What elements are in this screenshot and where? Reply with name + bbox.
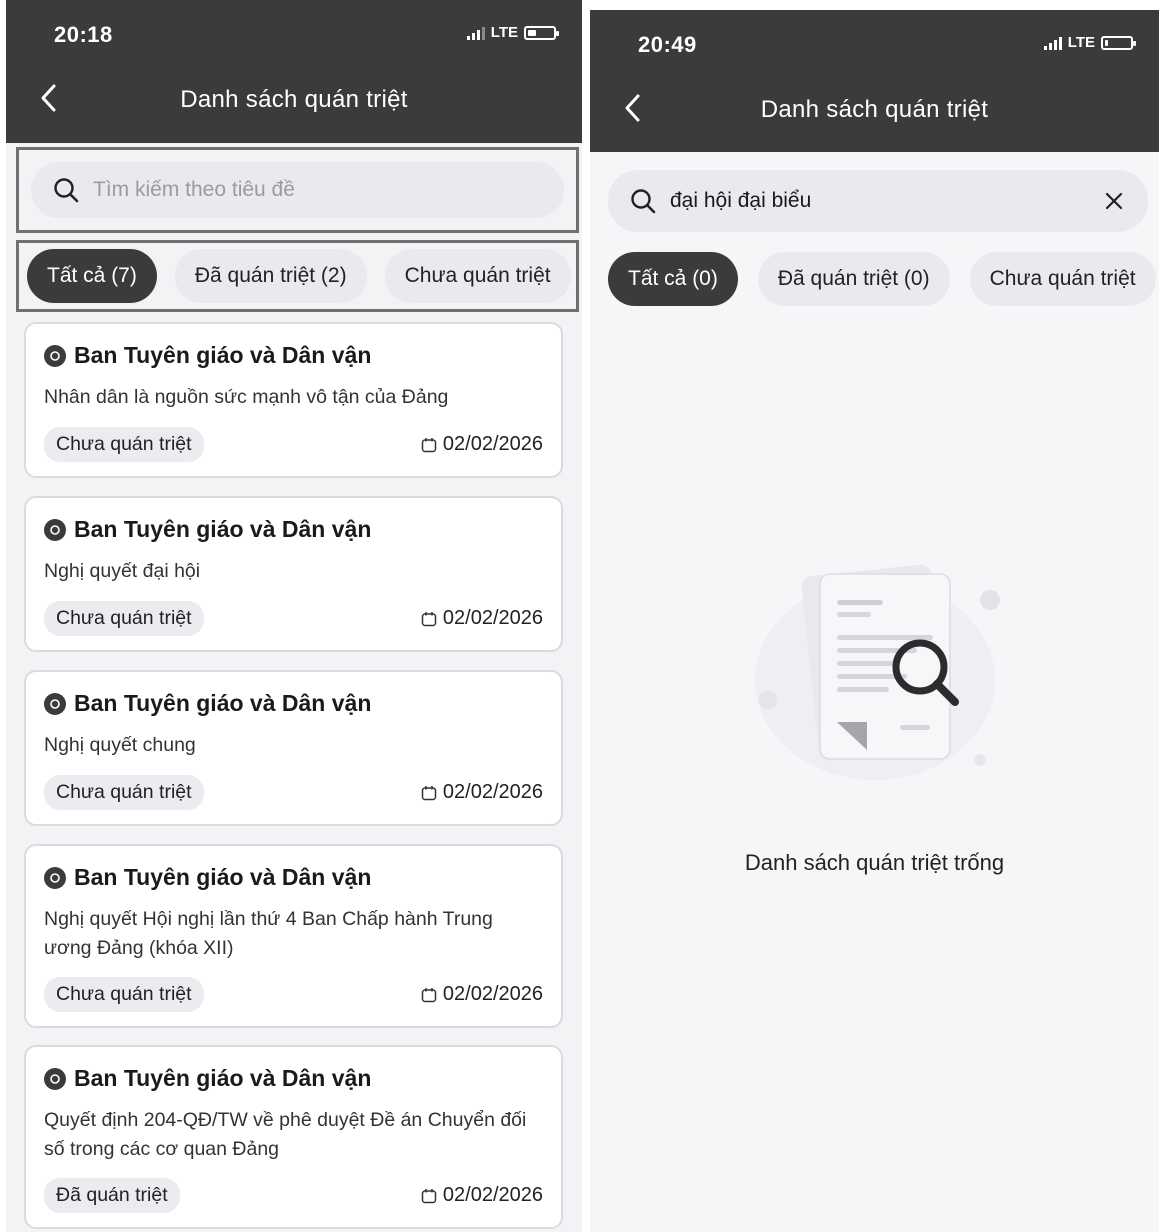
- date-text: 02/02/2026: [442, 983, 543, 1005]
- calendar-icon: [421, 987, 437, 1002]
- empty-state: Danh sách quán triệt trống: [590, 550, 1159, 876]
- calendar-icon: [421, 611, 437, 626]
- app-header: 20:18 LTE Danh sách quán triệt: [6, 0, 582, 143]
- card-title: Nghị quyết đại hội: [44, 560, 201, 582]
- org-logo-icon: [44, 1067, 66, 1090]
- app-header: 20:49 LTE Danh sách quán triệt: [590, 10, 1159, 152]
- card-date: 02/02/2026: [421, 607, 543, 630]
- filter-tabs: Tất cả (7) Đã quán triệt (2) Chưa quán t…: [16, 240, 579, 312]
- card-org: Ban Tuyên giáo và Dân vận: [74, 690, 372, 716]
- search-bar[interactable]: [608, 170, 1148, 232]
- card-org: Ban Tuyên giáo và Dân vận: [74, 864, 372, 890]
- search-icon: [53, 176, 81, 204]
- signal-icon: [1043, 36, 1062, 50]
- date-text: 02/02/2026: [442, 1184, 543, 1206]
- calendar-icon: [421, 785, 437, 800]
- card-title: Quyết định 204-QĐ/TW về phê duyệt Đề án …: [44, 1109, 527, 1160]
- search-icon: [630, 187, 658, 215]
- card-title: Nghị quyết chung: [44, 734, 196, 756]
- tab-completed[interactable]: Đã quán triệt (0): [757, 252, 950, 306]
- status-indicators: LTE: [1043, 34, 1136, 51]
- signal-icon: [466, 26, 485, 40]
- phone-screen-empty-search: 20:49 LTE Danh sách quán triệt Tất cả (0…: [590, 10, 1159, 1232]
- card-date: 02/02/2026: [421, 983, 543, 1006]
- list-item[interactable]: Ban Tuyên giáo và Dân vận Nghị quyết đại…: [24, 496, 563, 652]
- close-icon: [1105, 192, 1123, 210]
- calendar-icon: [421, 437, 437, 452]
- status-badge: Chưa quán triệt: [44, 977, 204, 1012]
- page-title: Danh sách quán triệt: [180, 86, 408, 113]
- search-input[interactable]: [93, 178, 564, 202]
- network-label: LTE: [490, 24, 518, 41]
- org-logo-icon: [44, 692, 66, 715]
- tab-all[interactable]: Tất cả (7): [27, 249, 157, 303]
- card-date: 02/02/2026: [421, 433, 543, 456]
- search-input[interactable]: [670, 189, 1094, 213]
- card-org: Ban Tuyên giáo và Dân vận: [74, 516, 372, 542]
- org-logo-icon: [44, 344, 66, 367]
- tab-all[interactable]: Tất cả (0): [608, 252, 738, 306]
- clear-search-button[interactable]: [1094, 181, 1134, 221]
- tab-completed[interactable]: Đã quán triệt (2): [174, 249, 367, 303]
- status-time: 20:18: [54, 22, 113, 47]
- card-date: 02/02/2026: [421, 781, 543, 804]
- document-search-illustration: [754, 564, 1000, 780]
- date-text: 02/02/2026: [442, 781, 543, 803]
- card-org: Ban Tuyên giáo và Dân vận: [74, 342, 372, 368]
- card-title: Nghị quyết Hội nghị lần thứ 4 Ban Chấp h…: [44, 908, 493, 959]
- date-text: 02/02/2026: [442, 607, 543, 629]
- empty-message: Danh sách quán triệt trống: [744, 850, 1005, 875]
- page-title: Danh sách quán triệt: [760, 96, 989, 123]
- org-logo-icon: [44, 866, 66, 889]
- tab-pending[interactable]: Chưa quán triệt: [384, 249, 571, 303]
- search-section: [16, 147, 579, 233]
- card-date: 02/02/2026: [421, 1184, 543, 1207]
- phone-screen-list: 20:18 LTE Danh sách quán triệt Tất cả (7…: [6, 0, 582, 1232]
- status-badge: Chưa quán triệt: [44, 775, 204, 810]
- list-item[interactable]: Ban Tuyên giáo và Dân vận Quyết định 204…: [24, 1045, 563, 1229]
- card-title: Nhân dân là nguồn sức mạnh vô tận của Đả…: [44, 386, 449, 408]
- status-badge: Đã quán triệt: [44, 1178, 180, 1213]
- list-item[interactable]: Ban Tuyên giáo và Dân vận Nghị quyết chu…: [24, 670, 563, 826]
- status-badge: Chưa quán triệt: [44, 601, 204, 636]
- search-bar[interactable]: [31, 162, 564, 218]
- filter-tabs: Tất cả (0) Đã quán triệt (0) Chưa quán t…: [608, 248, 1159, 310]
- org-logo-icon: [44, 518, 66, 541]
- status-badge: Chưa quán triệt: [44, 427, 204, 462]
- status-indicators: LTE: [466, 24, 559, 41]
- network-label: LTE: [1067, 34, 1095, 51]
- status-time: 20:49: [638, 32, 697, 57]
- battery-icon: [1101, 35, 1136, 50]
- calendar-icon: [421, 1188, 437, 1203]
- date-text: 02/02/2026: [442, 433, 543, 455]
- list-item[interactable]: Ban Tuyên giáo và Dân vận Nhân dân là ng…: [24, 322, 563, 478]
- battery-icon: [524, 25, 559, 40]
- card-org: Ban Tuyên giáo và Dân vận: [74, 1065, 372, 1091]
- list-item[interactable]: Ban Tuyên giáo và Dân vận Nghị quyết Hội…: [24, 844, 563, 1028]
- tab-pending[interactable]: Chưa quán triệt: [969, 252, 1156, 306]
